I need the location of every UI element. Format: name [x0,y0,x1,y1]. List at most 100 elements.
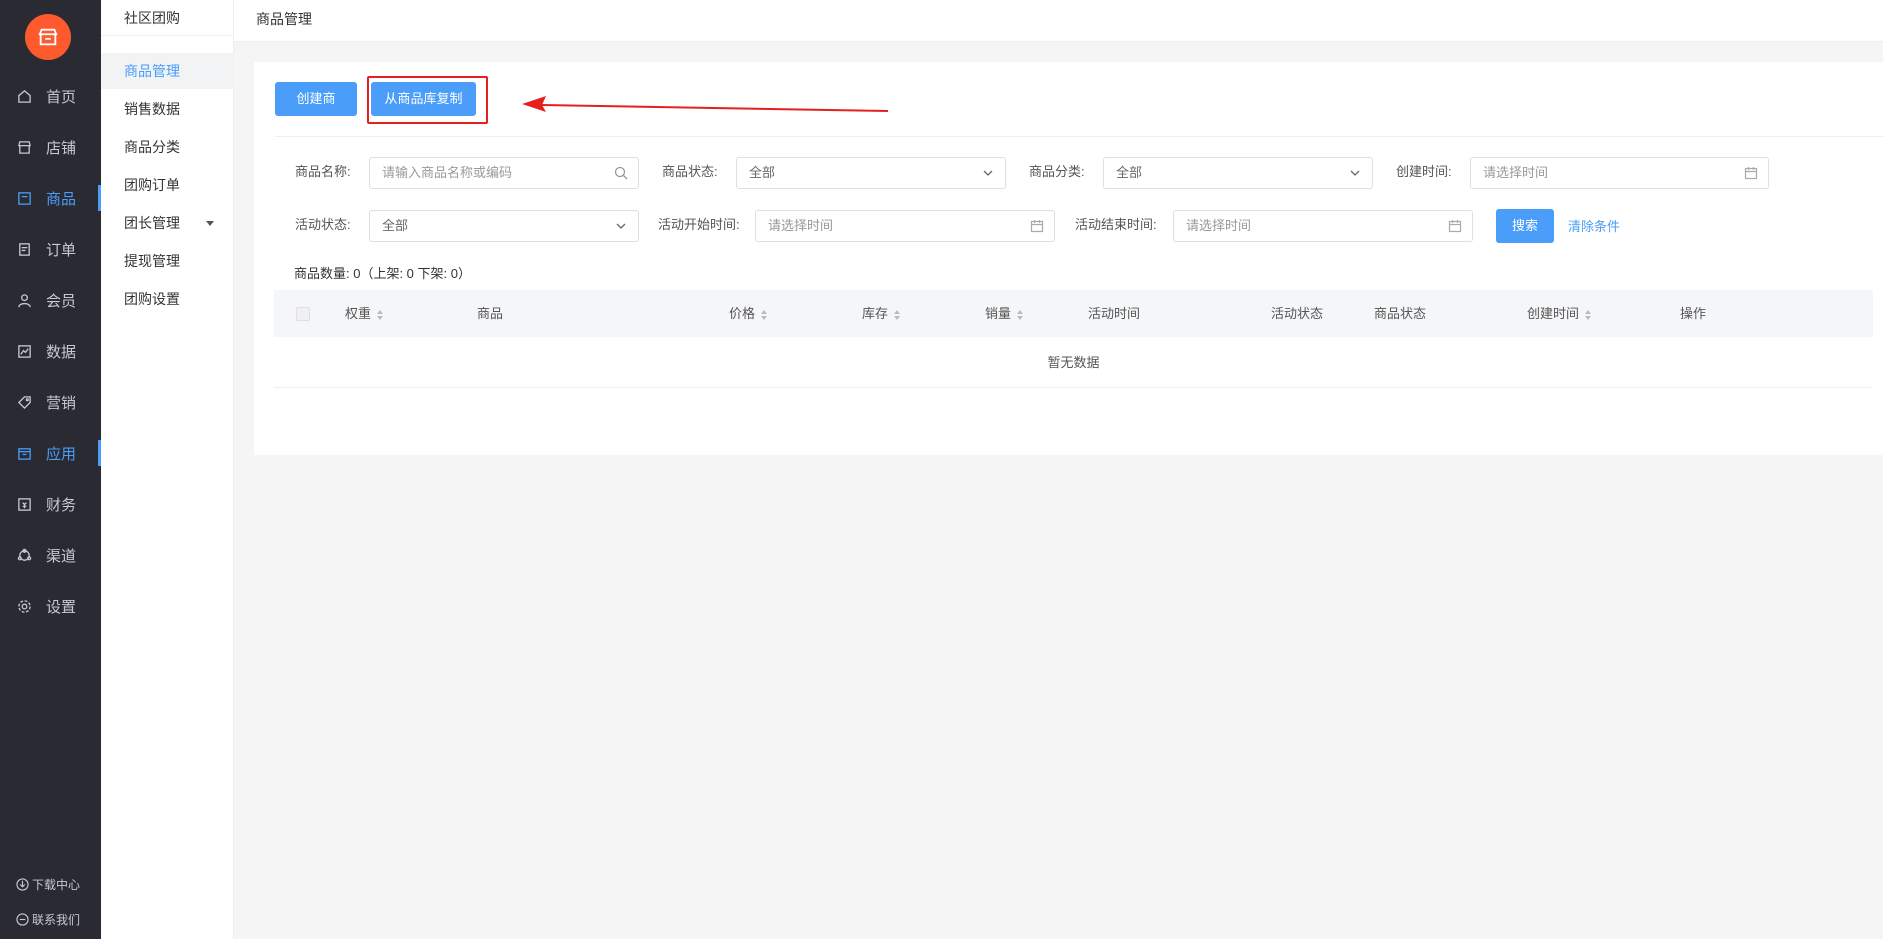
subnav-item-settings[interactable]: 团购设置 [101,281,234,317]
goods-category-label: 商品分类: [1029,164,1085,179]
download-center-link[interactable]: 下载中心 [0,876,101,893]
nav-label: 会员 [46,292,77,310]
nav-item-marketing[interactable]: 营销 [0,387,101,417]
calendar-icon [1030,219,1044,233]
column-header-created-time[interactable]: 创建时间 [1527,290,1592,337]
column-header-goods: 商品 [477,306,504,321]
nav-item-store[interactable]: 店铺 [0,132,101,162]
nav-label: 设置 [46,598,77,616]
subnav-label: 团长管理 [124,215,180,231]
divider [275,136,1883,137]
column-header-actions: 操作 [1680,306,1707,321]
sort-icon[interactable] [761,309,768,320]
subnav-item-goods-management[interactable]: 商品管理 [101,53,234,89]
nav-item-order[interactable]: 订单 [0,234,101,264]
nav-label: 营销 [46,394,77,412]
member-icon [16,292,32,308]
activity-end-label: 活动结束时间: [1075,217,1157,232]
subnav-item-sales-data[interactable]: 销售数据 [101,91,234,127]
calendar-icon [1448,219,1462,233]
contact-label: 联系我们 [32,913,81,927]
nav-label: 订单 [46,241,77,259]
nav-item-finance[interactable]: 财务 [0,489,101,519]
sort-icon[interactable] [1017,309,1024,320]
select-all-checkbox[interactable] [296,307,310,321]
goods-status-value: 全部 [749,165,776,180]
goods-status-label: 商品状态: [662,164,718,179]
sort-icon[interactable] [1585,309,1592,320]
created-time-placeholder: 请选择时间 [1483,165,1549,180]
main-card [254,62,1883,455]
chat-icon [16,913,29,926]
nav-item-member[interactable]: 会员 [0,285,101,315]
chevron-down-icon [1350,170,1360,176]
nav-label: 数据 [46,343,77,361]
subnav-item-group-orders[interactable]: 团购订单 [101,167,234,203]
column-header-goods-status: 商品状态 [1374,306,1427,321]
goods-category-select[interactable]: 全部 [1103,157,1373,189]
nav-label: 财务 [46,496,77,514]
store-icon [16,139,32,155]
column-label: 权重 [345,306,372,321]
contact-us-link[interactable]: 联系我们 [0,911,101,928]
tag-icon [16,394,32,410]
goods-name-placeholder: 请输入商品名称或编码 [382,165,513,180]
column-header-sales[interactable]: 销量 [985,290,1024,337]
sub-nav: 社区团购 商品管理 销售数据 商品分类 团购订单 团长管理 提现管理 团购设置 [101,0,234,939]
subnav-item-leaders[interactable]: 团长管理 [101,205,234,241]
main-nav: 首页 店铺 商品 订单 会员 数据 营销 应用 财务 渠道 设置 下载中心 联系… [0,0,101,939]
calendar-icon [1744,166,1758,180]
nav-label: 渠道 [46,547,77,565]
app-icon [16,445,32,461]
activity-status-label: 活动状态: [295,217,351,232]
goods-status-select[interactable]: 全部 [736,157,1006,189]
nav-item-data[interactable]: 数据 [0,336,101,366]
sort-icon[interactable] [377,309,384,320]
column-header-price[interactable]: 价格 [729,290,768,337]
nav-item-settings[interactable]: 设置 [0,591,101,621]
goods-icon [16,190,32,206]
breadcrumb: 商品管理 [256,11,312,27]
activity-start-picker[interactable]: 请选择时间 [755,210,1055,242]
top-header: 商品管理 [234,0,1883,42]
nav-label: 店铺 [46,139,77,157]
subnav-title: 社区团购 [101,0,233,36]
gear-icon [16,598,32,614]
column-header-activity-time: 活动时间 [1088,306,1141,321]
clear-filters-link[interactable]: 清除条件 [1568,216,1620,235]
nav-label: 应用 [46,445,77,463]
column-label: 库存 [862,306,889,321]
column-label: 销量 [985,306,1012,321]
subnav-item-withdraw[interactable]: 提现管理 [101,243,234,279]
created-time-label: 创建时间: [1396,164,1452,179]
subnav-item-category[interactable]: 商品分类 [101,129,234,165]
column-label: 价格 [729,306,756,321]
column-label: 创建时间 [1527,306,1580,321]
column-header-stock[interactable]: 库存 [862,290,901,337]
activity-status-value: 全部 [382,218,409,233]
nav-item-goods[interactable]: 商品 [0,183,101,213]
goods-name-input[interactable]: 请输入商品名称或编码 [369,157,639,189]
caret-down-icon [206,221,214,226]
home-icon [16,88,32,104]
store-logo-icon[interactable] [25,14,71,60]
nav-item-home[interactable]: 首页 [0,81,101,111]
search-button[interactable]: 搜索 [1496,209,1554,243]
create-goods-button[interactable]: 创建商品 [275,82,357,140]
download-label: 下载中心 [32,878,81,892]
finance-icon [16,496,32,512]
sort-icon[interactable] [894,309,901,320]
chevron-down-icon [616,223,626,229]
chart-icon [16,343,32,359]
table-header: 权重 商品 价格 库存 销量 活动时间 活动状态 商品状态 创建时间 操作 [274,290,1873,337]
activity-status-select[interactable]: 全部 [369,210,639,242]
red-arrow-annotation [522,96,889,112]
activity-start-label: 活动开始时间: [658,217,740,232]
nav-item-channel[interactable]: 渠道 [0,540,101,570]
nav-item-app[interactable]: 应用 [0,438,101,468]
activity-end-picker[interactable]: 请选择时间 [1173,210,1473,242]
activity-start-placeholder: 请选择时间 [768,218,834,233]
column-header-weight[interactable]: 权重 [345,290,384,337]
created-time-picker[interactable]: 请选择时间 [1470,157,1769,189]
goods-category-value: 全部 [1116,165,1143,180]
